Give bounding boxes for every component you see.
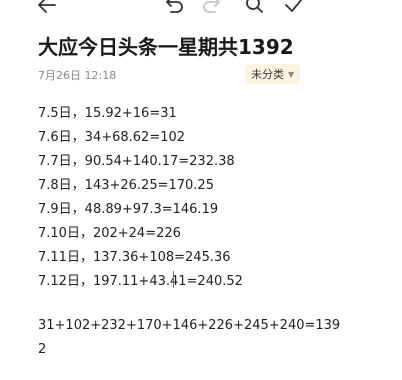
note-line: 7.9日，48.89+97.3=146.19 [38, 202, 219, 217]
note-title[interactable]: 大应今日头条一星期共1392 [38, 31, 294, 60]
undo-icon[interactable] [163, 0, 185, 16]
note-line: 7.6日，34+68.62=102 [38, 130, 186, 145]
back-arrow-icon[interactable] [36, 0, 58, 16]
category-dropdown[interactable]: 未分类 ▼ [245, 64, 301, 84]
note-line: 7.11日，137.36+108=245.36 [38, 250, 231, 265]
check-icon[interactable] [283, 0, 305, 16]
note-line: 7.12日，197.11+43.41=240.52 [38, 274, 243, 289]
note-line: 7.5日，15.92+16=31 [38, 106, 177, 121]
note-line: 7.7日，90.54+140.17=232.38 [38, 154, 235, 169]
note-timestamp: 7月26日 12:18 [38, 69, 117, 82]
search-icon[interactable] [243, 0, 265, 16]
text-cursor [173, 271, 174, 288]
note-line: 2 [38, 342, 47, 357]
caret-down-icon: ▼ [288, 69, 295, 79]
redo-icon[interactable] [201, 0, 223, 16]
category-label: 未分类 [251, 68, 284, 81]
note-line: 7.10日，202+24=226 [38, 226, 181, 241]
note-line: 31+102+232+170+146+226+245+240=139 [38, 318, 341, 333]
note-line: 7.8日，143+26.25=170.25 [38, 178, 214, 193]
note-toolbar [0, 0, 402, 18]
